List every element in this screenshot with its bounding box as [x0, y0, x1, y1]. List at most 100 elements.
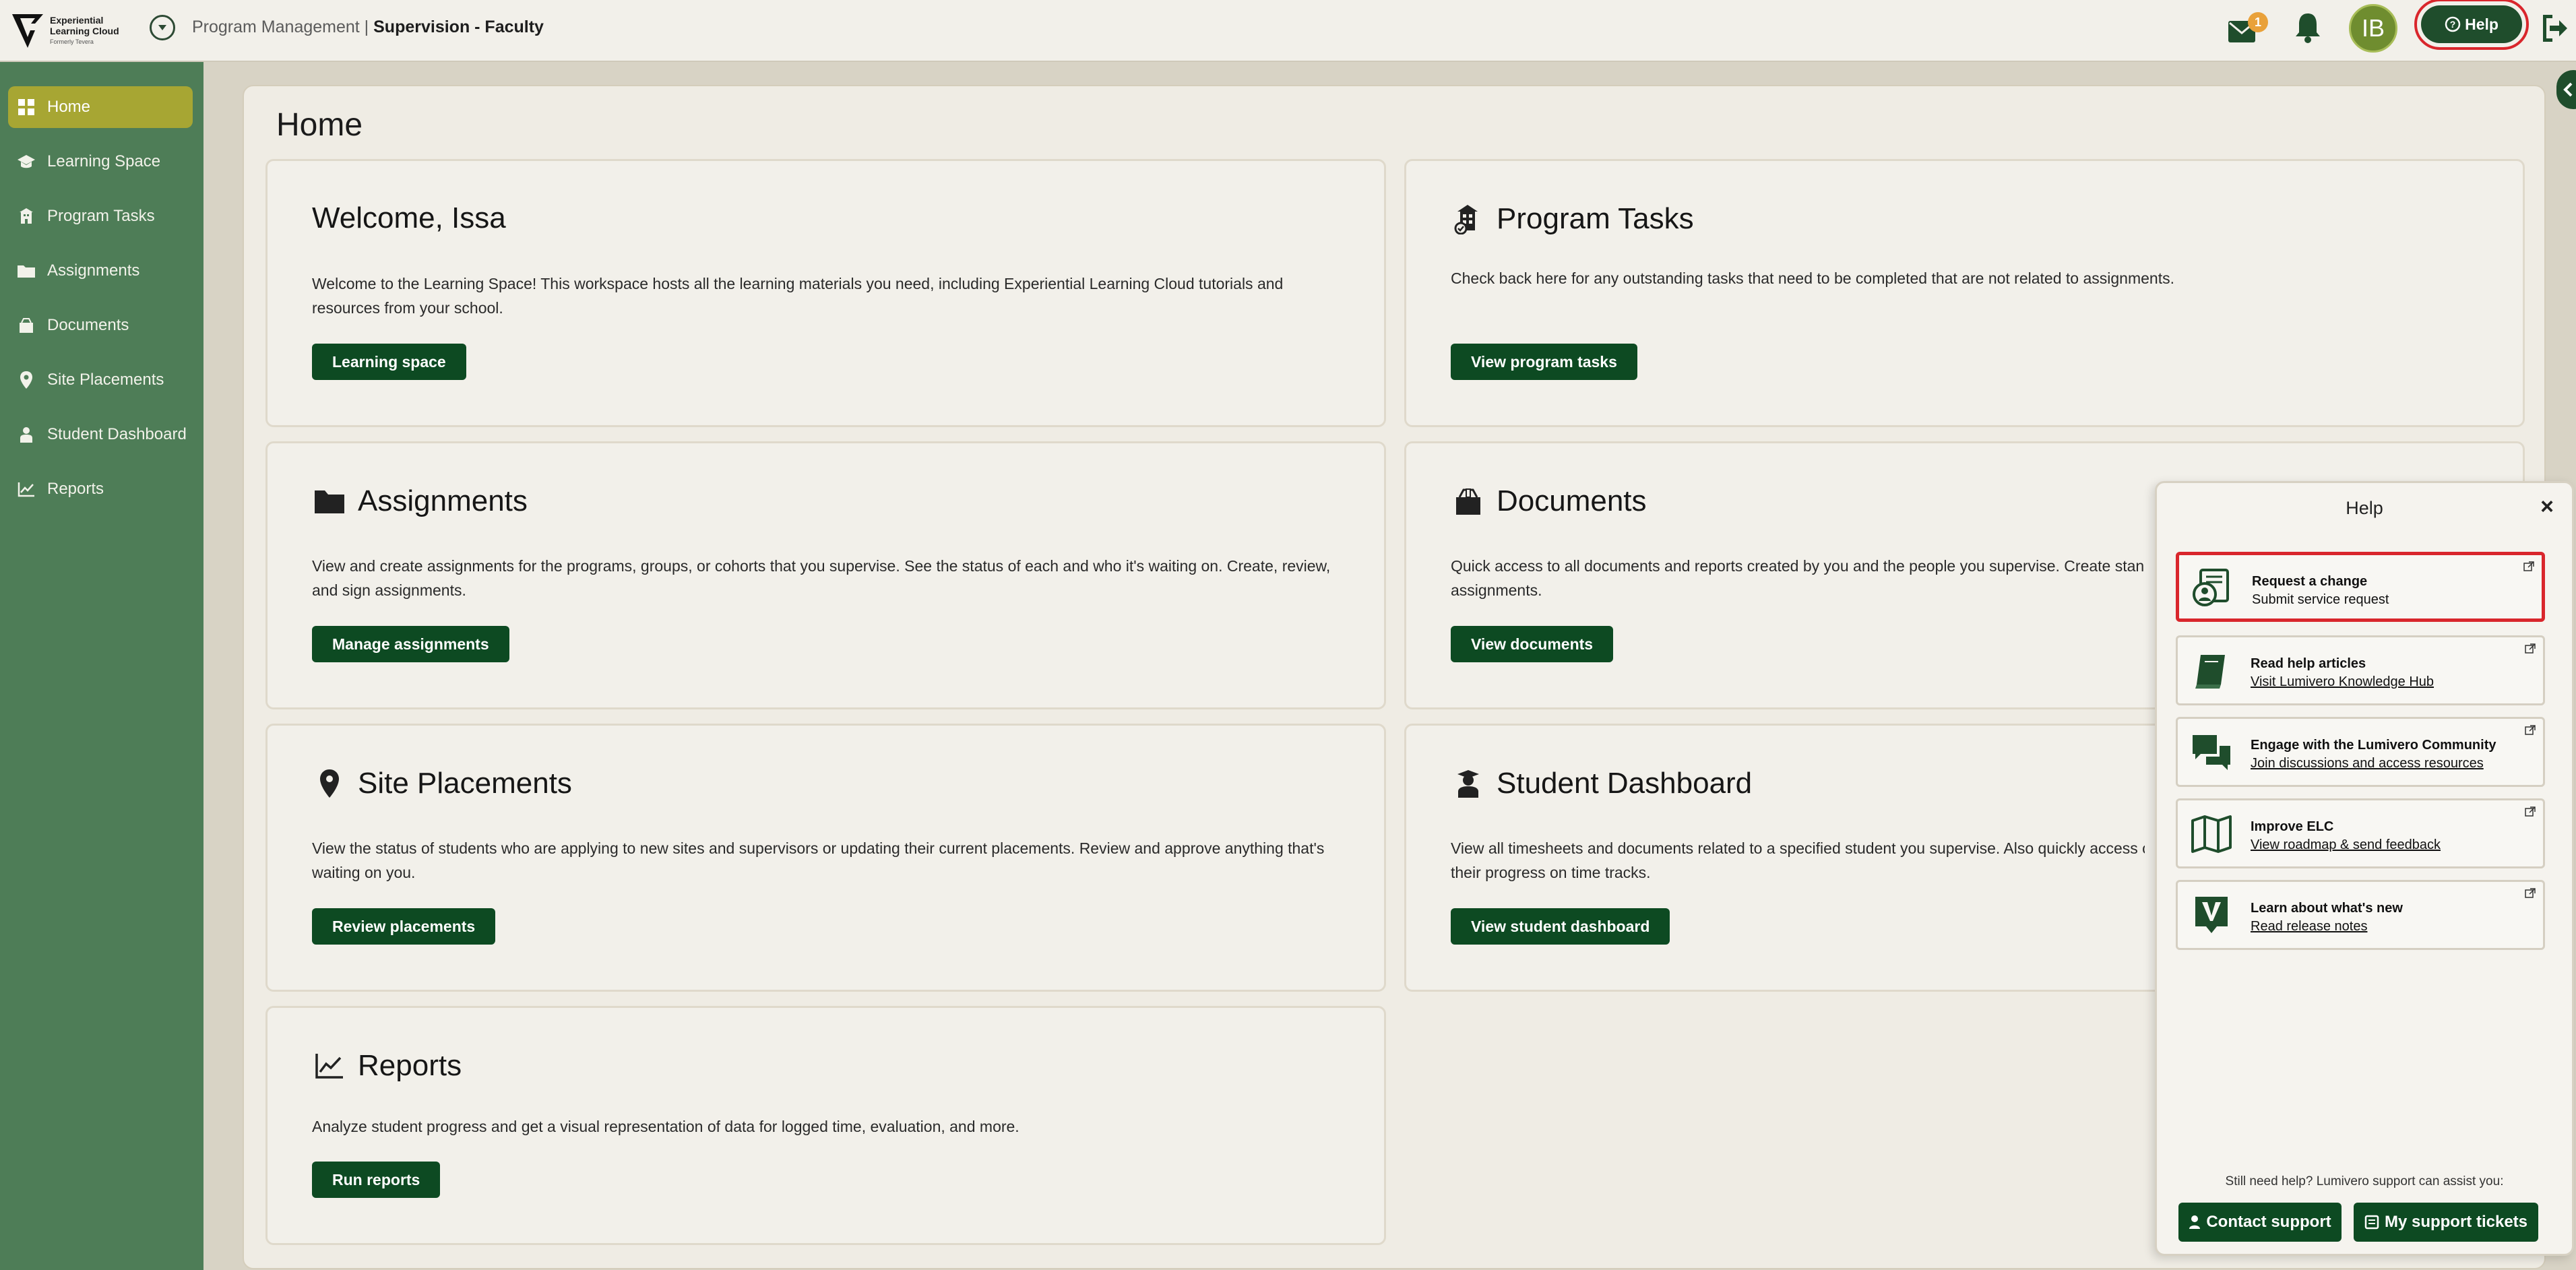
- help-button-label: Help: [2465, 15, 2499, 33]
- documents-description: Quick access to all documents and report…: [1451, 557, 2145, 575]
- chart-line-icon: [16, 479, 36, 499]
- panel-collapse-button[interactable]: [2556, 70, 2576, 109]
- my-support-tickets-label: My support tickets: [2384, 1213, 2528, 1231]
- contact-support-label: Contact support: [2206, 1213, 2331, 1231]
- sidebar-item-label: Student Dashboard: [47, 425, 187, 443]
- release-notes-icon: [2190, 894, 2233, 937]
- help-item-improve-elc[interactable]: Improve ELC View roadmap & send feedback: [2176, 798, 2545, 868]
- bell-icon: [2296, 13, 2320, 43]
- external-link-icon: [2525, 806, 2536, 817]
- external-link-icon: [2525, 643, 2536, 654]
- chart-line-icon: [312, 1048, 347, 1083]
- assignments-description: View and create assignments for the prog…: [312, 557, 1331, 599]
- map-pin-icon: [16, 370, 36, 390]
- sidebar-item-site-placements[interactable]: Site Placements: [8, 359, 193, 401]
- help-item-request-change[interactable]: Request a change Submit service request: [2176, 552, 2545, 622]
- user-avatar[interactable]: IB: [2349, 4, 2397, 53]
- svg-text:?: ?: [2450, 19, 2456, 30]
- logout-button[interactable]: [2540, 12, 2569, 44]
- sidebar-item-reports[interactable]: Reports: [8, 468, 193, 510]
- sidebar-item-documents[interactable]: Documents: [8, 305, 193, 346]
- welcome-title: Welcome, Issa: [312, 201, 506, 234]
- messages-button[interactable]: 1: [2228, 12, 2268, 46]
- sidebar: Home Learning Space Program Tasks Assign…: [0, 62, 203, 1270]
- help-item-link[interactable]: Visit Lumivero Knowledge Hub: [2251, 674, 2434, 690]
- view-student-dashboard-button[interactable]: View student dashboard: [1451, 908, 1670, 945]
- help-item-subtitle: Submit service request: [2252, 592, 2389, 607]
- building-icon: [1451, 201, 1486, 236]
- elc-logo[interactable]: Experiential Learning Cloud Formerly Tev…: [11, 8, 119, 53]
- help-item-title: Request a change: [2252, 574, 2368, 589]
- reports-card: Reports Analyze student progress and get…: [265, 1006, 1386, 1245]
- mail-badge: 1: [2248, 12, 2268, 32]
- help-item-title: Engage with the Lumivero Community: [2251, 738, 2496, 753]
- my-support-tickets-button[interactable]: My support tickets: [2354, 1203, 2538, 1242]
- sidebar-item-home[interactable]: Home: [8, 86, 193, 128]
- grid-icon: [16, 97, 36, 117]
- sidebar-item-label: Home: [47, 98, 91, 116]
- external-link-icon: [2523, 561, 2534, 571]
- view-program-tasks-button[interactable]: View program tasks: [1451, 344, 1637, 380]
- top-bar: Experiential Learning Cloud Formerly Tev…: [0, 0, 2576, 62]
- breadcrumb-parent: Program Management |: [192, 18, 369, 36]
- chevron-down-icon: [158, 25, 166, 30]
- book-icon: [2190, 649, 2233, 693]
- assignments-title: Assignments: [358, 484, 528, 517]
- site-placements-title: Site Placements: [358, 767, 572, 800]
- program-tasks-card: Program Tasks Check back here for any ou…: [1404, 159, 2525, 427]
- help-panel-title: Help: [2346, 498, 2383, 518]
- help-item-help-articles[interactable]: Read help articles Visit Lumivero Knowle…: [2176, 635, 2545, 705]
- help-item-title: Read help articles: [2251, 656, 2366, 671]
- student-dashboard-description: View all timesheets and documents relate…: [1451, 839, 2145, 857]
- student-icon: [16, 424, 36, 445]
- page-title: Home: [276, 107, 363, 143]
- help-item-title: Improve ELC: [2251, 819, 2334, 834]
- context-dropdown-button[interactable]: [150, 15, 175, 40]
- ticket-icon: [2364, 1215, 2379, 1230]
- assignments-card: Assignments View and create assignments …: [265, 441, 1386, 709]
- sidebar-item-label: Site Placements: [47, 371, 164, 389]
- box-icon: [1451, 484, 1486, 519]
- graduation-cap-icon: [16, 152, 36, 172]
- sidebar-item-student-dashboard[interactable]: Student Dashboard: [8, 414, 193, 455]
- sidebar-item-label: Learning Space: [47, 152, 161, 170]
- sidebar-item-learning-space[interactable]: Learning Space: [8, 141, 193, 183]
- map-icon: [2190, 813, 2233, 856]
- box-icon: [16, 315, 36, 336]
- welcome-card: Welcome, Issa Welcome to the Learning Sp…: [265, 159, 1386, 427]
- help-item-whats-new[interactable]: Learn about what's new Read release note…: [2176, 880, 2545, 950]
- student-dashboard-title: Student Dashboard: [1497, 767, 1753, 800]
- documents-title: Documents: [1497, 484, 1647, 517]
- close-icon[interactable]: ×: [2536, 495, 2558, 519]
- help-item-link[interactable]: View roadmap & send feedback: [2251, 837, 2441, 853]
- help-item-link[interactable]: Read release notes: [2251, 919, 2403, 934]
- help-item-link[interactable]: Join discussions and access resources: [2251, 756, 2496, 771]
- sidebar-item-label: Reports: [47, 480, 104, 498]
- notifications-button[interactable]: [2292, 11, 2323, 44]
- logout-icon: [2543, 15, 2567, 42]
- contact-support-button[interactable]: Contact support: [2178, 1203, 2342, 1242]
- request-change-icon: [2191, 567, 2234, 610]
- help-button[interactable]: ? Help: [2414, 0, 2529, 50]
- logo-line-1: Experiential: [50, 15, 104, 26]
- sidebar-item-assignments[interactable]: Assignments: [8, 250, 193, 292]
- program-tasks-description: Check back here for any outstanding task…: [1451, 269, 2174, 287]
- elc-logo-icon: [11, 11, 44, 49]
- site-placements-card: Site Placements View the status of stude…: [265, 724, 1386, 992]
- learning-space-button[interactable]: Learning space: [312, 344, 466, 380]
- run-reports-button[interactable]: Run reports: [312, 1162, 441, 1198]
- review-placements-button[interactable]: Review placements: [312, 908, 496, 945]
- breadcrumb-current: Supervision - Faculty: [373, 18, 544, 36]
- folder-icon: [16, 261, 36, 281]
- sidebar-item-label: Assignments: [47, 261, 140, 280]
- building-icon: [16, 206, 36, 226]
- user-icon: [2189, 1215, 2201, 1229]
- manage-assignments-button[interactable]: Manage assignments: [312, 626, 509, 662]
- sidebar-item-program-tasks[interactable]: Program Tasks: [8, 195, 193, 237]
- reports-title: Reports: [358, 1049, 462, 1082]
- view-documents-button[interactable]: View documents: [1451, 626, 1614, 662]
- help-item-community[interactable]: Engage with the Lumivero Community Join …: [2176, 717, 2545, 787]
- help-panel: Help × Request a change Submit service r…: [2155, 481, 2574, 1256]
- logo-line-2: Learning Cloud: [50, 26, 119, 37]
- program-tasks-title: Program Tasks: [1497, 202, 1694, 235]
